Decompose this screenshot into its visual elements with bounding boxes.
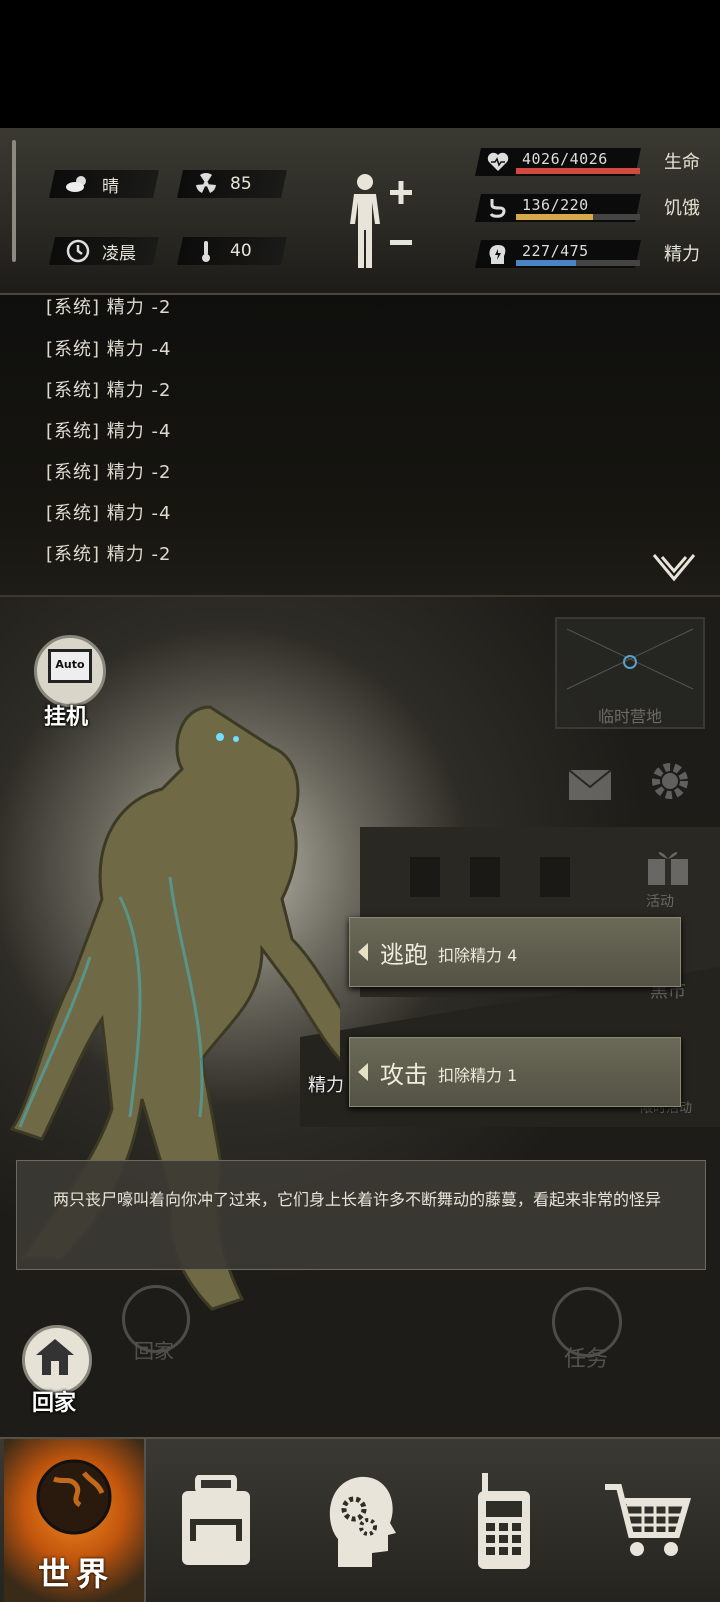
- radiation-pill: 85: [177, 170, 287, 198]
- radiation-value: 85: [230, 174, 252, 194]
- stomach-icon: [486, 196, 510, 224]
- log-line: [系统] 精力 -4: [46, 339, 172, 360]
- log-line: [系统] 精力 -4: [46, 421, 172, 442]
- tab-world[interactable]: 世界: [4, 1439, 146, 1602]
- radio-icon: [478, 1472, 530, 1569]
- log-line: [系统] 精力 -2: [46, 297, 172, 318]
- hunger-stat: 136/220 饥饿: [475, 194, 718, 224]
- log-line: [系统] 精力 -2: [46, 380, 172, 401]
- task-label: 任务: [564, 1347, 609, 1372]
- time-pill: 凌晨: [49, 237, 159, 265]
- attack-label: 攻击: [380, 1061, 428, 1089]
- left-arrow-icon: [358, 1063, 368, 1081]
- gift-button[interactable]: 活动: [646, 847, 694, 917]
- settings-gear-icon[interactable]: [648, 759, 692, 807]
- left-arrow-icon: [358, 943, 368, 961]
- cart-icon: [605, 1483, 692, 1556]
- time-value: 凌晨: [102, 243, 136, 264]
- log-line: [系统] 精力 -2: [46, 462, 172, 483]
- health-label: 生命: [664, 152, 700, 173]
- go-home-button[interactable]: 回家: [22, 1325, 98, 1417]
- collapse-log-chevron-icon[interactable]: [652, 553, 696, 587]
- globe-icon: [36, 1459, 112, 1535]
- task-button[interactable]: 任务: [552, 1287, 622, 1372]
- tab-shop[interactable]: [578, 1439, 718, 1602]
- camp-label: 临时营地: [597, 707, 662, 726]
- energy-head-icon: [486, 242, 510, 270]
- energy-bar: [516, 260, 576, 266]
- thermometer-icon: [192, 240, 220, 262]
- camp-map-button[interactable]: 临时营地: [555, 617, 705, 729]
- home-button-faded: 回家: [122, 1285, 190, 1365]
- health-value: 4026/4026: [522, 150, 608, 168]
- mail-icon[interactable]: [568, 769, 612, 805]
- hunger-value: 136/220: [522, 196, 589, 214]
- weather-cloud-sun-icon: [64, 173, 92, 195]
- home-label-faded: 回家: [134, 1339, 174, 1363]
- body-status-button[interactable]: [350, 170, 420, 274]
- skills-head-icon: [329, 1476, 396, 1567]
- bottom-tab-bar: 世界: [0, 1437, 720, 1602]
- auto-label: 挂机: [44, 705, 89, 730]
- health-bar: [516, 168, 640, 174]
- health-stat: 4026/4026 生命: [475, 148, 718, 178]
- gift-icon: [648, 852, 688, 885]
- temperature-pill: 40: [177, 237, 287, 265]
- tab-radio[interactable]: [434, 1439, 574, 1602]
- clock-icon: [64, 239, 92, 263]
- tab-backpack[interactable]: [146, 1439, 286, 1602]
- event-log[interactable]: [系统] 精力 -2 [系统] 精力 -4 [系统] 精力 -2 [系统] 精力…: [0, 295, 720, 597]
- weather-value: 晴: [102, 176, 119, 197]
- hunger-bar: [516, 214, 593, 220]
- attack-cost: 扣除精力 1: [438, 1066, 518, 1085]
- radiation-icon: [192, 173, 220, 195]
- world-label: 世界: [38, 1555, 115, 1593]
- weather-pill: 晴: [49, 170, 159, 198]
- hunger-label: 饥饿: [664, 198, 700, 219]
- go-home-label: 回家: [32, 1391, 77, 1416]
- attack-button[interactable]: 攻击 扣除精力 1: [349, 1037, 681, 1107]
- encounter-message-box: 两只丧尸嚎叫着向你冲了过来，它们身上长着许多不断舞动的藤蔓，看起来非常的怪异: [16, 1160, 706, 1270]
- heart-icon: [486, 150, 510, 178]
- backpack-icon: [182, 1474, 250, 1565]
- tab-skills[interactable]: [290, 1439, 430, 1602]
- gift-label: 活动: [646, 894, 674, 910]
- temperature-value: 40: [230, 241, 252, 261]
- battle-scene: Auto 挂机 临时营地 活动 黑市 限时活动 精力 -2 回家 任务 回家: [0, 597, 720, 1437]
- flee-cost: 扣除精力 4: [438, 946, 518, 965]
- auto-monitor-icon: Auto: [48, 649, 92, 683]
- flee-label: 逃跑: [380, 941, 428, 969]
- house-icon: [36, 1339, 74, 1375]
- energy-label: 精力: [664, 244, 700, 265]
- energy-stat: 227/475 精力: [475, 240, 718, 270]
- log-line: [系统] 精力 -4: [46, 503, 172, 524]
- body-figure-icon: [350, 174, 412, 268]
- energy-value: 227/475: [522, 242, 589, 260]
- flee-button[interactable]: 逃跑 扣除精力 4: [349, 917, 681, 987]
- log-line: [系统] 精力 -2: [46, 544, 172, 565]
- encounter-message: 两只丧尸嚎叫着向你冲了过来，它们身上长着许多不断舞动的藤蔓，看起来非常的怪异: [52, 1190, 661, 1209]
- map-cross-icon: [566, 628, 694, 690]
- auto-play-button[interactable]: Auto 挂机: [34, 635, 106, 730]
- scroll-indicator: [12, 140, 16, 262]
